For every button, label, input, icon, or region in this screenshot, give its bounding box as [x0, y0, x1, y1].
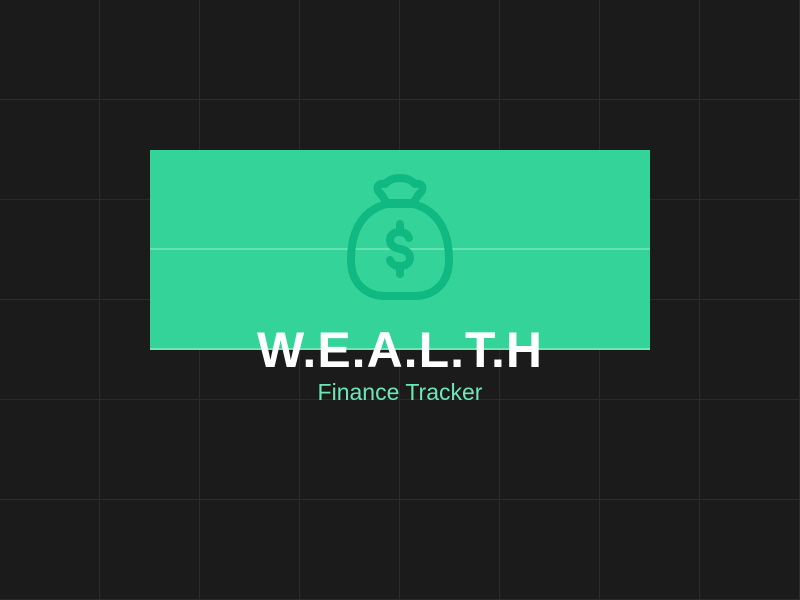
hero-banner	[150, 150, 650, 350]
app-title: W.E.A.L.T.H	[257, 322, 543, 378]
money-bag-icon	[347, 174, 453, 300]
app-subtitle: Finance Tracker	[317, 379, 483, 405]
